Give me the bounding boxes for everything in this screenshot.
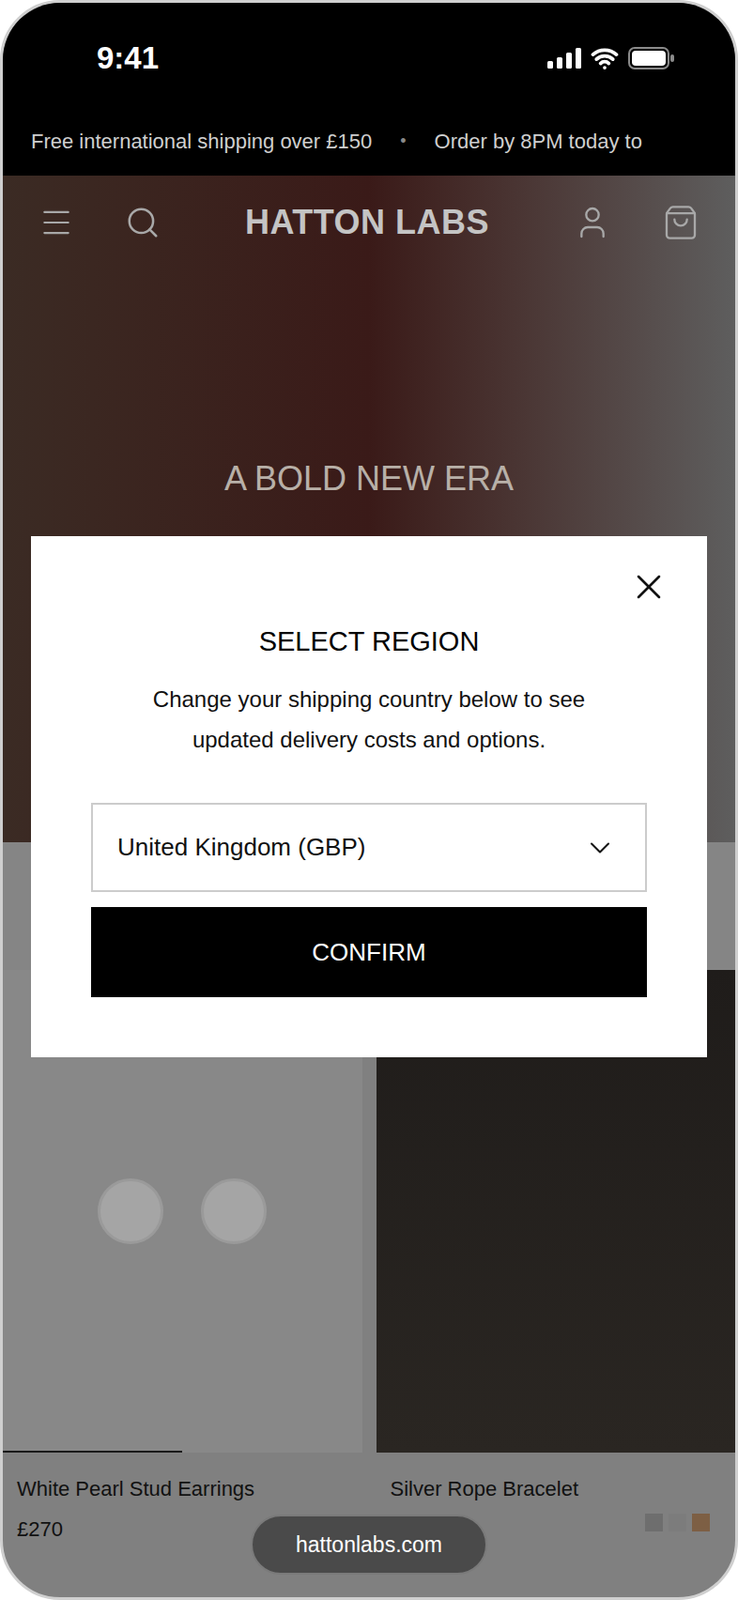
product-name[interactable]: White Pearl Stud Earrings [16, 1473, 349, 1505]
url-text: hattonlabs.com [295, 1528, 443, 1562]
logo[interactable]: HATTON LABS [245, 197, 490, 248]
signal-icon [547, 47, 582, 69]
region-modal: SELECT REGION Change your shipping countr… [30, 536, 708, 1058]
search-icon[interactable] [124, 204, 161, 241]
earring [97, 1178, 164, 1245]
announcement-text: Free international shipping over £150 [30, 125, 372, 157]
page: 9:41 Free international shipping over £15… [0, 0, 738, 1600]
close-icon[interactable] [628, 566, 670, 608]
announcement-separator: • [399, 128, 406, 154]
region-select-value: United Kingdom (GBP) [117, 829, 366, 866]
status-bar: 9:41 [2, 2, 736, 108]
gallery-progress [2, 1450, 183, 1453]
bag-icon[interactable] [661, 203, 700, 242]
account-icon[interactable] [573, 203, 612, 242]
confirm-button[interactable]: CONFIRM [91, 907, 647, 998]
phone-screen: 9:41 Free international shipping over £15… [0, 0, 738, 1600]
header-nav: HATTON LABS [2, 175, 736, 270]
modal-title: SELECT REGION [259, 624, 480, 659]
confirm-button-label: CONFIRM [311, 934, 426, 971]
url-bar[interactable]: hattonlabs.com [250, 1514, 488, 1575]
color-swatch[interactable] [645, 1513, 663, 1532]
announcement-bar: Free international shipping over £150 • Or… [2, 107, 736, 176]
region-select[interactable]: United Kingdom (GBP) [91, 802, 647, 892]
product-name[interactable]: Silver Rope Bracelet [390, 1473, 723, 1505]
announcement-text: Order by 8PM today to [434, 125, 643, 157]
wifi-icon [590, 44, 619, 73]
color-swatch[interactable] [668, 1513, 687, 1532]
battery-icon [628, 46, 676, 70]
menu-icon[interactable] [38, 204, 75, 241]
status-icons [547, 44, 676, 73]
chevron-down-icon [583, 830, 617, 865]
color-swatch[interactable] [691, 1513, 710, 1532]
earring [200, 1178, 267, 1245]
status-time: 9:41 [96, 34, 159, 82]
modal-description: Change your shipping country below to se… [113, 678, 626, 760]
